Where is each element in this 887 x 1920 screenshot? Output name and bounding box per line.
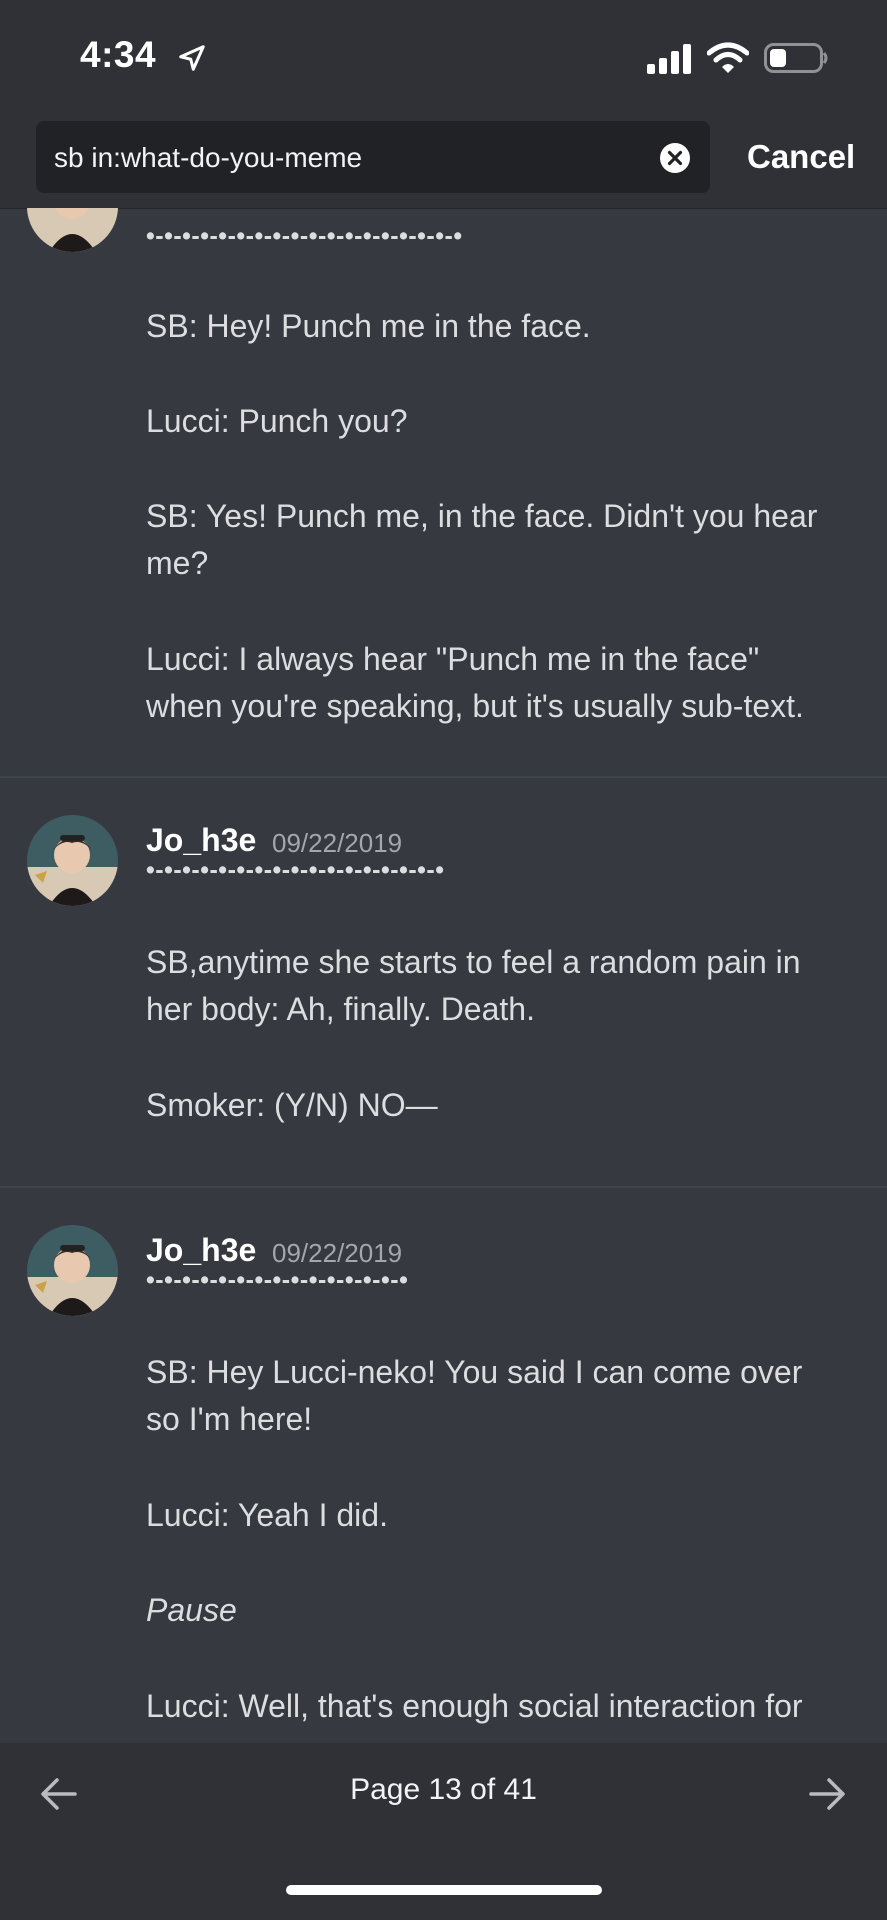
- search-header: sb in:what-do-you-meme Cancel: [0, 110, 887, 209]
- message-line: so I'm here!: [146, 1401, 313, 1437]
- avatar[interactable]: [27, 1225, 118, 1316]
- message-line: me?: [146, 545, 209, 581]
- page-indicator: Page 13 of 41: [350, 1773, 537, 1806]
- message-line: SB: Yes! Punch me, in the face. Didn't y…: [146, 498, 818, 534]
- message-line: Smoker: (Y/N) NO—: [146, 1087, 438, 1123]
- search-result-message[interactable]: Jo_h3e 09/22/2019 •-•-•-•-•-•-•-•-•-•-•-…: [0, 1188, 887, 1743]
- wifi-icon: [707, 42, 749, 73]
- search-result-message[interactable]: Jo_h3e 09/22/2019 •-•-•-•-•-•-•-•-•-•-•-…: [0, 778, 887, 1186]
- search-input[interactable]: sb in:what-do-you-meme: [36, 121, 710, 193]
- avatar-image: [27, 815, 118, 906]
- message-line-italic: Pause: [146, 1592, 237, 1628]
- avatar-image: [27, 1225, 118, 1316]
- message-line: her body: Ah, finally. Death.: [146, 991, 535, 1027]
- avatar[interactable]: [27, 815, 118, 906]
- home-indicator[interactable]: [286, 1885, 602, 1895]
- message-author[interactable]: Jo_h3e: [146, 822, 256, 859]
- status-bar: 4:34: [0, 0, 887, 110]
- location-arrow-icon: [179, 45, 205, 71]
- message-line: Lucci: Punch you?: [146, 403, 408, 439]
- message-line: SB,anytime she starts to feel a random p…: [146, 944, 801, 980]
- cancel-button[interactable]: Cancel: [747, 138, 855, 176]
- clear-search-icon[interactable]: [659, 142, 691, 174]
- message-date: 09/22/2019: [272, 828, 403, 858]
- message-author[interactable]: Jo_h3e: [146, 1232, 256, 1269]
- avatar-image: [27, 208, 118, 252]
- battery-icon: [764, 43, 828, 73]
- cellular-signal-icon: [647, 44, 691, 74]
- message-line: Lucci: I always hear "Punch me in the fa…: [146, 641, 760, 677]
- pagination-bar: Page 13 of 41: [0, 1743, 887, 1920]
- message-line: Lucci: Yeah I did.: [146, 1497, 388, 1533]
- arrow-right-icon[interactable]: [805, 1772, 849, 1816]
- message-line: Lucci: Well, that's enough social intera…: [146, 1688, 803, 1724]
- message-line: SB: Hey! Punch me in the face.: [146, 308, 591, 344]
- search-results-list[interactable]: •-•-•-•-•-•-•-•-•-•-•-•-•-•-•-•-•-• SB: …: [0, 208, 887, 1743]
- status-time: 4:34: [80, 34, 157, 75]
- message-separator: •-•-•-•-•-•-•-•-•-•-•-•-•-•-•: [146, 1266, 409, 1294]
- message-line: when you're speaking, but it's usually s…: [146, 688, 804, 724]
- message-date: 09/22/2019: [272, 1238, 403, 1268]
- message-separator: •-•-•-•-•-•-•-•-•-•-•-•-•-•-•-•-•-•: [146, 222, 463, 250]
- message-separator: •-•-•-•-•-•-•-•-•-•-•-•-•-•-•-•-•: [146, 856, 445, 884]
- avatar[interactable]: [27, 208, 118, 252]
- message-line: SB: Hey Lucci-neko! You said I can come …: [146, 1354, 803, 1390]
- search-query-text[interactable]: sb in:what-do-you-meme: [54, 142, 362, 174]
